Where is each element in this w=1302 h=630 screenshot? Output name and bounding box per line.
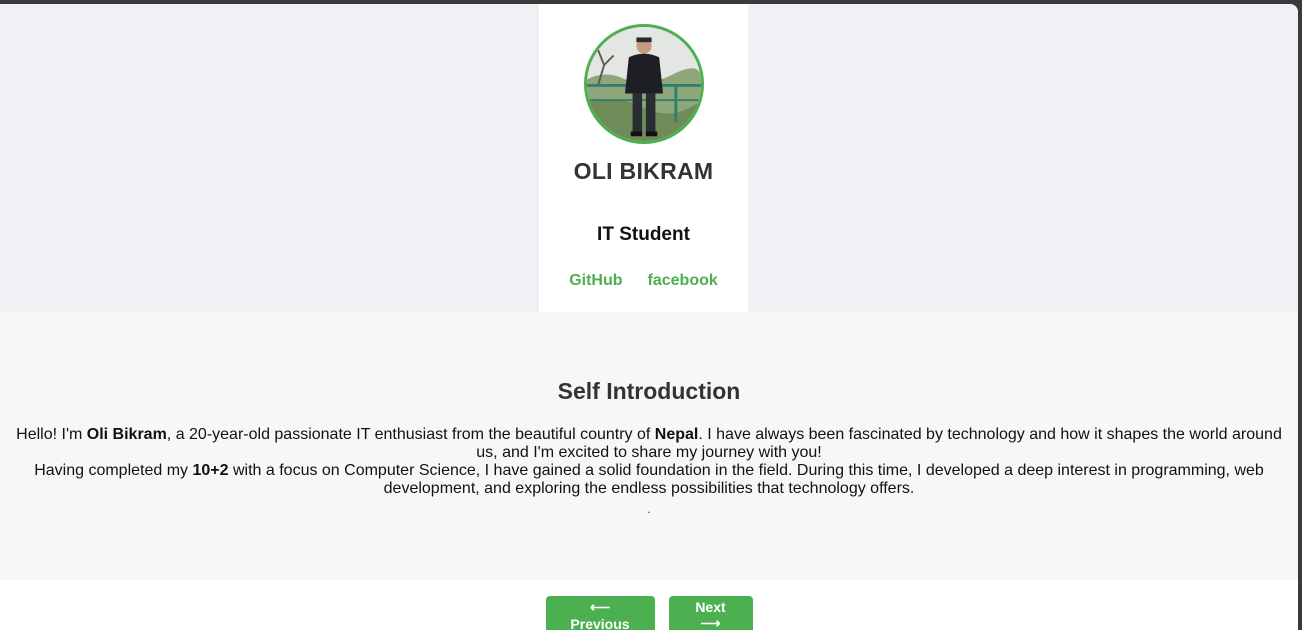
intro-paragraph: Hello! I'm Oli Bikram, a 20-year-old pas…: [6, 426, 1292, 498]
intro-text: , a 20-year-old passionate IT enthusiast…: [166, 426, 655, 443]
intro-text: Having completed my: [34, 462, 193, 479]
facebook-link[interactable]: facebook: [648, 272, 718, 290]
avatar: [584, 24, 704, 144]
intro-country-bold: Nepal: [654, 426, 699, 443]
section-heading: Self Introduction: [557, 378, 741, 404]
previous-button[interactable]: ⟵ Previous: [545, 596, 655, 630]
trailing-dot: .: [647, 502, 651, 516]
profile-role: IT Student: [597, 224, 690, 245]
social-links: GitHub facebook: [539, 272, 748, 290]
profile-card: OLI BIKRAM IT Student GitHub facebook: [539, 4, 748, 312]
intro-text: with a focus on Computer Science, I have…: [228, 462, 1264, 497]
intro-education-bold: 10+2: [192, 462, 229, 479]
page: OLI BIKRAM IT Student GitHub facebook Se…: [0, 4, 1298, 630]
next-button[interactable]: Next ⟶: [668, 596, 753, 630]
intro-name-bold: Oli Bikram: [86, 426, 167, 443]
self-introduction-section: Self Introduction Hello! I'm Oli Bikram,…: [0, 312, 1298, 580]
avatar-photo: [587, 27, 701, 141]
intro-text: Hello! I'm: [16, 426, 87, 443]
profile-name: OLI BIKRAM: [573, 158, 714, 184]
github-link[interactable]: GitHub: [569, 272, 622, 290]
pagination-nav: ⟵ Previous Next ⟶: [0, 596, 1298, 630]
